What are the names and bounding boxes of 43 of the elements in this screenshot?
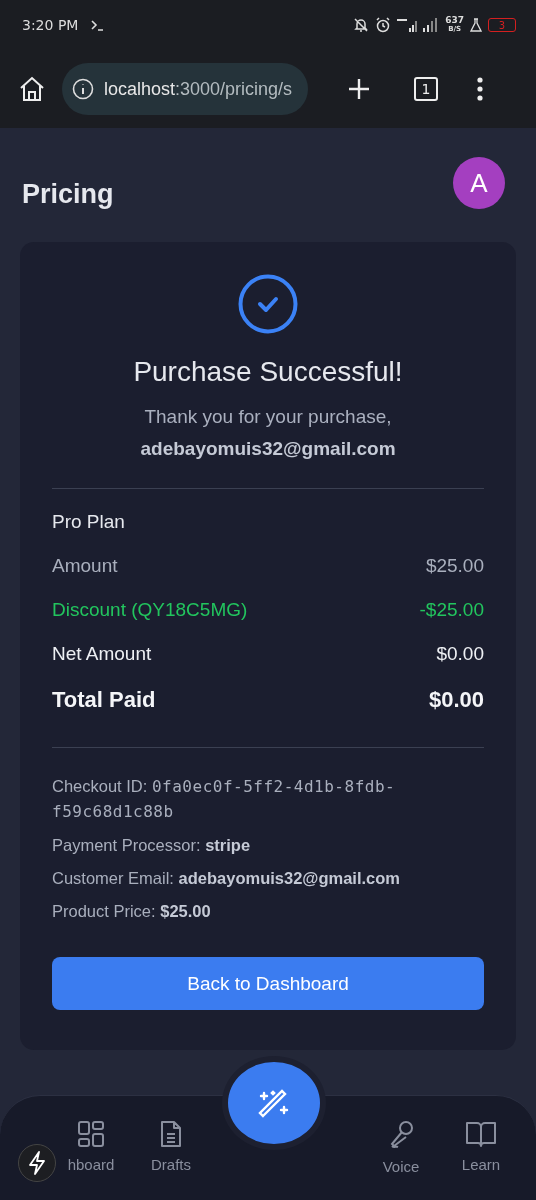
line-value: -$25.00 <box>419 599 484 621</box>
avatar[interactable]: A <box>453 157 505 209</box>
line-value: $0.00 <box>428 687 484 713</box>
line-label: Total Paid <box>52 687 156 713</box>
grid-icon <box>77 1120 105 1148</box>
line-value: $0.00 <box>436 643 484 665</box>
address-bar[interactable]: localhost:3000/pricing/s <box>62 63 308 115</box>
lightning-icon <box>28 1151 46 1175</box>
customer-email: adebayomuis32@gmail.com <box>139 438 397 460</box>
nav-item[interactable]: Voice <box>376 1120 426 1175</box>
line-value: $25.00 <box>425 555 484 577</box>
lightning-button[interactable] <box>18 1144 56 1182</box>
nav-item[interactable]: hboard <box>66 1120 116 1173</box>
terminal-icon <box>90 19 105 31</box>
detail-text: Checkout ID: 0fa0ec0f-5ff2-4d1b-8fdb-f59c68d1c88b <box>52 776 397 823</box>
document-icon <box>159 1120 183 1148</box>
thank-you-message: Thank you for your purchase, <box>143 406 393 428</box>
line-label: Discount (QY18C5MG) <box>52 599 248 621</box>
plan-name: Pro Plan <box>52 511 126 533</box>
detail-text: Product Price: $25.00 <box>52 901 212 922</box>
detail-text: Customer Email: adebayomuis32@gmail.com <box>52 868 402 889</box>
page-title: Pricing <box>22 177 114 210</box>
bell-off-icon <box>353 17 370 33</box>
check-circle-icon <box>238 274 298 334</box>
nav-item[interactable]: Drafts <box>146 1120 196 1173</box>
detail-text: Payment Processor: stripe <box>52 835 252 856</box>
network-speed: 637 <box>445 16 464 25</box>
back-to-dashboard-button[interactable]: Back to Dashboard <box>52 957 484 1010</box>
signal-icon <box>397 17 440 33</box>
status-time: 3:20 PM <box>22 17 79 33</box>
battery-indicator: 3 <box>488 18 516 32</box>
line-label: Amount <box>52 555 118 577</box>
alarm-icon <box>375 17 392 33</box>
success-title: Purchase Successful! <box>132 356 404 388</box>
nav-item[interactable]: Learn <box>456 1120 506 1173</box>
tab-count-button[interactable]: 1 <box>414 77 438 101</box>
home-icon[interactable] <box>18 76 46 102</box>
info-icon <box>72 78 94 100</box>
line-label: Net Amount <box>52 643 152 665</box>
book-icon <box>465 1120 497 1148</box>
more-icon[interactable] <box>476 77 484 101</box>
flask-icon <box>470 18 482 32</box>
new-tab-icon[interactable] <box>348 78 370 100</box>
